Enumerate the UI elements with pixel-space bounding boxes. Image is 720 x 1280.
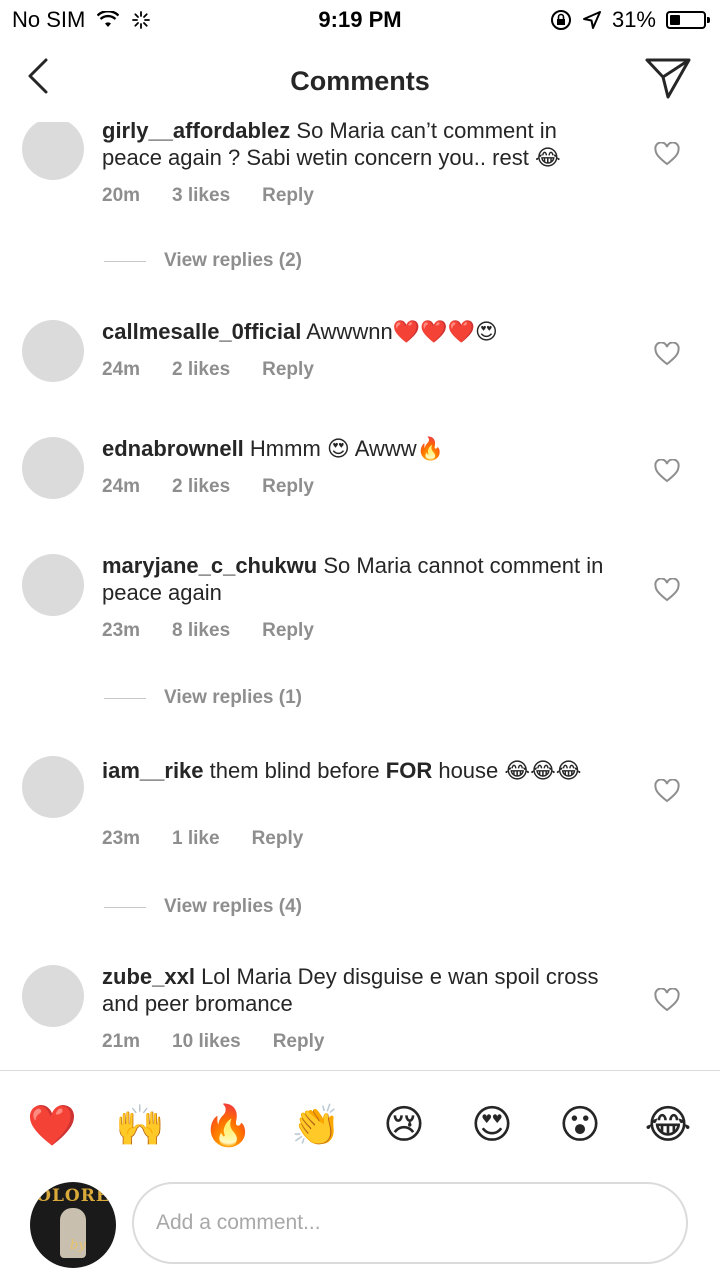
comment-likes[interactable]: 2 likes (172, 476, 230, 498)
comment-text-bold: FOR (385, 758, 433, 783)
avatar[interactable] (22, 756, 84, 818)
comment-likes[interactable]: 1 like (172, 828, 220, 850)
comment-time: 20m (102, 185, 141, 206)
comment-time: 23m (102, 828, 141, 849)
comment-time: 24m (102, 476, 141, 497)
reaction-laughing[interactable]: 😂 (638, 1102, 698, 1148)
reaction-heart-eyes[interactable]: 😍 (462, 1102, 522, 1148)
like-heart-icon[interactable] (654, 779, 680, 803)
avatar[interactable] (22, 554, 84, 616)
divider-line (104, 906, 146, 908)
comment-emoji: ❤️❤️❤️😍 (392, 320, 498, 345)
nav-bar: Comments (0, 40, 720, 122)
reaction-raised-hands[interactable]: 🙌 (110, 1102, 170, 1149)
divider-line (104, 697, 146, 699)
location-arrow-icon (582, 11, 601, 29)
comment-time: 23m (102, 620, 141, 641)
reaction-heart[interactable]: ❤️ (22, 1102, 82, 1149)
like-heart-icon[interactable] (654, 459, 680, 483)
avatar[interactable] (22, 320, 84, 382)
view-replies-button[interactable]: View replies (4) (104, 896, 302, 918)
comment-username[interactable]: ednabrownell (102, 436, 244, 461)
reply-button[interactable]: Reply (273, 1031, 325, 1053)
comment-text: Awwwnn (306, 319, 393, 344)
comment-likes[interactable]: 8 likes (172, 620, 230, 642)
rotation-lock-icon (550, 10, 571, 30)
view-replies-button[interactable]: View replies (2) (104, 250, 302, 272)
avatar[interactable] (22, 118, 84, 180)
comment-text: Hmmm 😍 Awww (249, 436, 417, 461)
reply-button[interactable]: Reply (262, 476, 314, 498)
like-heart-icon[interactable] (654, 342, 680, 366)
view-replies-button[interactable]: View replies (1) (104, 687, 302, 709)
like-heart-icon[interactable] (654, 988, 680, 1012)
battery-icon (666, 11, 710, 29)
comment-likes[interactable]: 3 likes (172, 185, 230, 207)
avatar-signature: by (70, 1238, 86, 1253)
comments-list[interactable]: girly__affordablez So Maria can’t commen… (0, 100, 720, 1070)
reply-button[interactable]: Reply (262, 620, 314, 642)
comment-text: house (432, 758, 505, 783)
page-title: Comments (290, 66, 430, 96)
comment-emoji: 😂 (534, 146, 561, 171)
avatar-title: OLORE (36, 1186, 110, 1206)
reply-button[interactable]: Reply (252, 828, 304, 850)
like-heart-icon[interactable] (654, 142, 680, 166)
comment-text: them blind before (209, 758, 386, 783)
status-bar: No SIM 9:19 PM 31% (0, 0, 720, 40)
divider (0, 1070, 720, 1071)
comment-likes[interactable]: 2 likes (172, 359, 230, 381)
comment-emoji: 🔥 (416, 437, 445, 462)
comment-username[interactable]: maryjane_c_chukwu (102, 553, 317, 578)
comment-emoji: 😂😂😂 (504, 759, 582, 784)
battery-percent: 31% (611, 7, 656, 32)
comment-time: 21m (102, 1031, 141, 1052)
comment-username[interactable]: zube_xxl (102, 964, 195, 989)
like-heart-icon[interactable] (654, 578, 680, 602)
paper-plane-icon[interactable] (644, 56, 692, 100)
reply-button[interactable]: Reply (262, 359, 314, 381)
comment-input[interactable] (132, 1182, 688, 1264)
quick-reactions-bar: ❤️ 🙌 🔥 👏 😢 😍 😮 😂 (0, 1095, 720, 1155)
avatar[interactable] (22, 965, 84, 1027)
divider-line (104, 260, 146, 262)
reaction-surprised[interactable]: 😮 (550, 1102, 610, 1148)
comment-likes[interactable]: 10 likes (172, 1031, 241, 1053)
reply-button[interactable]: Reply (262, 185, 314, 207)
reaction-clapping[interactable]: 👏 (286, 1102, 346, 1149)
comment-username[interactable]: iam__rike (102, 758, 204, 783)
reaction-crying[interactable]: 😢 (374, 1102, 434, 1148)
avatar[interactable] (22, 437, 84, 499)
comment-username[interactable]: callmesalle_0fficial (102, 319, 301, 344)
comment-time: 24m (102, 359, 141, 380)
reaction-fire[interactable]: 🔥 (198, 1102, 258, 1149)
my-avatar[interactable]: OLORE by (30, 1182, 116, 1268)
